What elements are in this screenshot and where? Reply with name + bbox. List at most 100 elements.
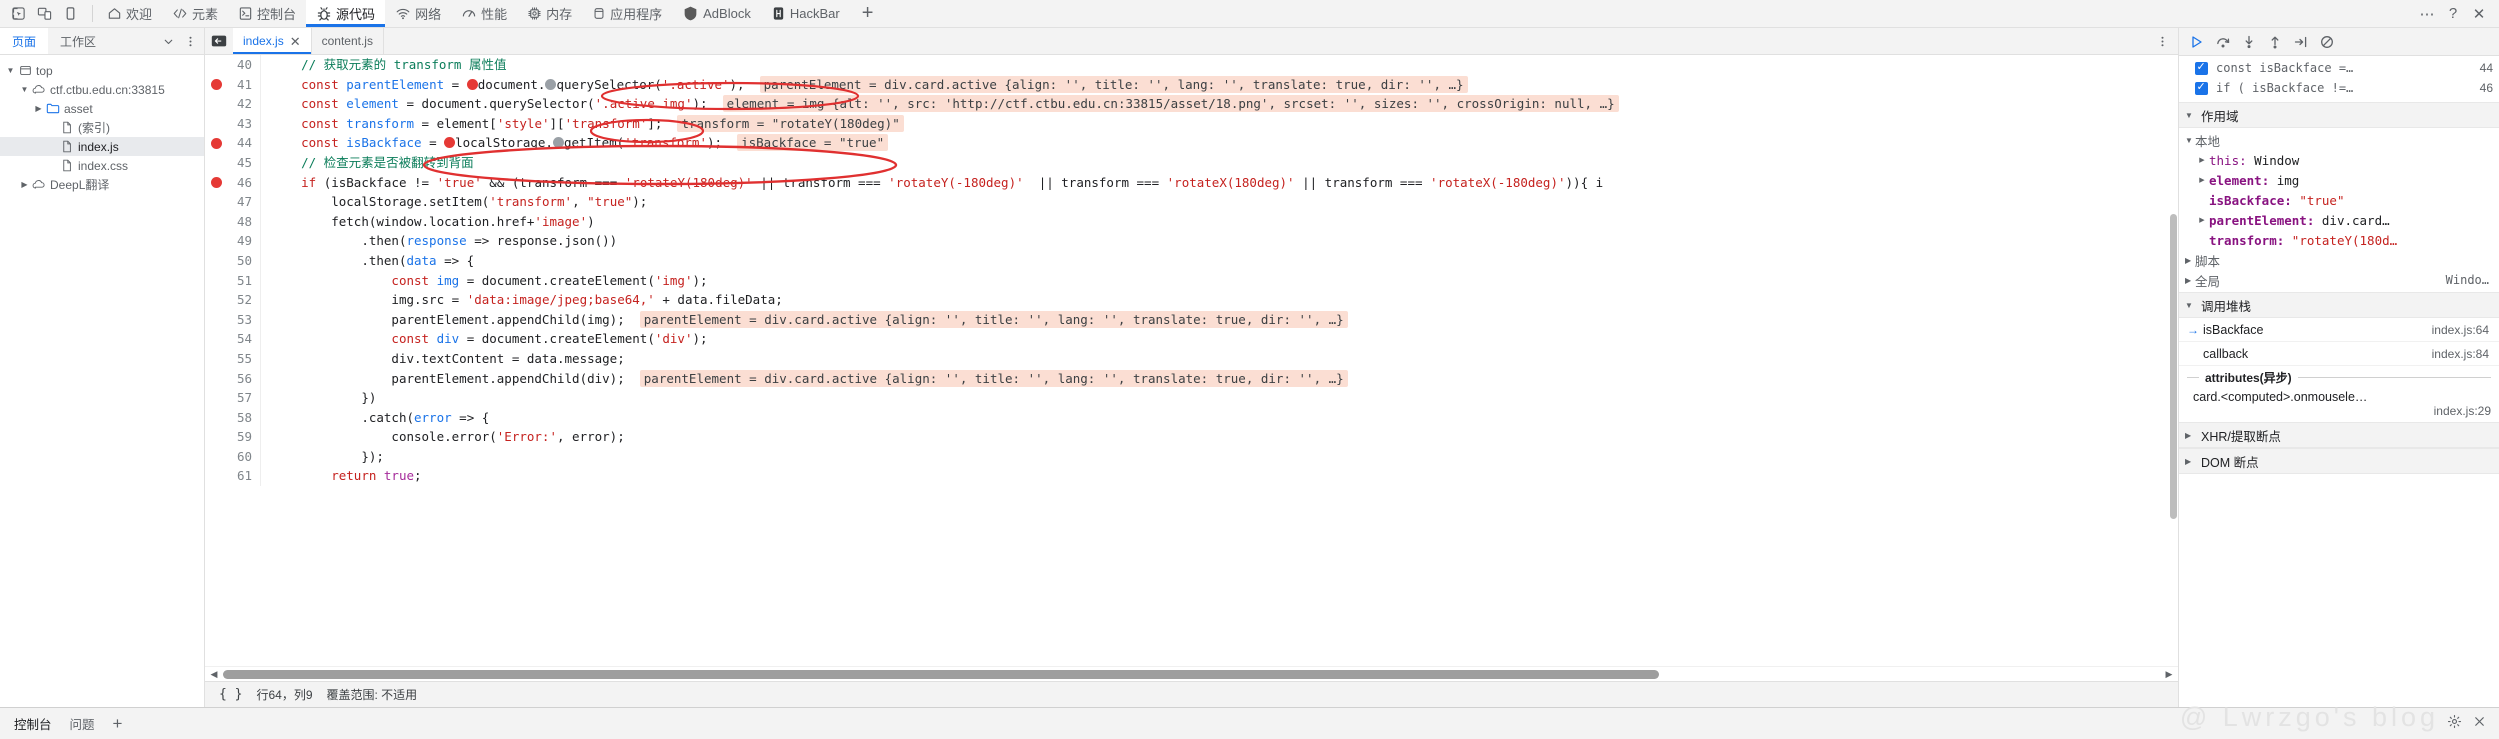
twisty-icon[interactable]: ▶: [18, 180, 31, 189]
nav-tab-page[interactable]: 页面: [0, 28, 49, 54]
chevron-down-icon[interactable]: [158, 31, 178, 51]
code-line[interactable]: 40 // 获取元素的 transform 属性值: [205, 55, 2178, 75]
twisty-icon[interactable]: ▶: [32, 104, 45, 113]
code-line[interactable]: 52 img.src = 'data:image/jpeg;base64,' +…: [205, 290, 2178, 310]
chevron-right-icon[interactable]: ▶: [2195, 156, 2209, 164]
code-line[interactable]: 56 parentElement.appendChild(div); paren…: [205, 368, 2178, 389]
device-toolbar-icon[interactable]: [32, 3, 56, 25]
code-line[interactable]: 46 if (isBackface != 'true' && (transfor…: [205, 172, 2178, 193]
settings-icon[interactable]: [2447, 714, 2462, 734]
tab-memory[interactable]: 内存: [517, 0, 582, 27]
breakpoint-marker-icon[interactable]: [205, 137, 227, 149]
breakpoint-checkbox[interactable]: [2195, 60, 2208, 75]
scope-section-header[interactable]: ▼ 作用域: [2179, 102, 2499, 128]
callstack-frame-callback[interactable]: callback index.js:84: [2179, 342, 2499, 366]
help-icon[interactable]: ?: [2441, 3, 2465, 25]
more-options-icon[interactable]: ⋯: [2415, 3, 2439, 25]
scope-var-this[interactable]: ▶ this : Window: [2179, 150, 2499, 170]
inline-breakpoint-dot[interactable]: [466, 78, 478, 90]
more-vertical-icon[interactable]: [180, 31, 200, 51]
code-line[interactable]: 54 const div = document.createElement('d…: [205, 329, 2178, 349]
tab-welcome[interactable]: 欢迎: [97, 0, 162, 27]
breakpoint-checkbox[interactable]: [2195, 80, 2208, 95]
breakpoint-row[interactable]: const isBackface =… 44: [2179, 58, 2499, 78]
scope-var-element[interactable]: ▶ element : img: [2179, 170, 2499, 190]
code-line[interactable]: 43 const transform = element['style']['t…: [205, 113, 2178, 134]
code-line[interactable]: 44 const isBackface = localStorage. getIt…: [205, 133, 2178, 153]
tree-item-origin[interactable]: ▼ ctf.ctbu.edu.cn:33815: [0, 80, 204, 99]
editor-vertical-scrollbar-thumb[interactable]: [2170, 213, 2177, 520]
editor-vertical-scrollbar[interactable]: [2169, 55, 2178, 666]
more-vertical-icon[interactable]: [2152, 31, 2172, 51]
tab-performance[interactable]: 性能: [451, 0, 517, 27]
code-line[interactable]: 58 .catch(error => {: [205, 407, 2178, 428]
dom-breakpoints-header[interactable]: ▶ DOM 断点: [2179, 448, 2499, 474]
scope-var-isbackface[interactable]: isBackface : "true": [2179, 190, 2499, 210]
inline-step-dot[interactable]: [552, 137, 564, 149]
step-button[interactable]: [2289, 31, 2313, 53]
callstack-frame-isbackface[interactable]: → isBackface index.js:64: [2179, 318, 2499, 342]
tree-item-deepl[interactable]: ▶ DeepL翻译: [0, 175, 204, 194]
code-line[interactable]: 41 const parentElement = document. queryS…: [205, 74, 2178, 95]
close-devtools-icon[interactable]: ✕: [2467, 3, 2491, 25]
scope-local-group[interactable]: ▼ 本地: [2179, 130, 2499, 150]
inline-breakpoint-dot[interactable]: [444, 137, 456, 149]
editor-tab-content-js[interactable]: content.js: [312, 28, 384, 54]
chevron-right-icon[interactable]: ▶: [2195, 176, 2209, 184]
code-line[interactable]: 55 div.textContent = data.message;: [205, 348, 2178, 369]
tab-network[interactable]: 网络: [385, 0, 451, 27]
breakpoint-marker-icon[interactable]: [205, 78, 227, 90]
code-line[interactable]: 51 const img = document.createElement('i…: [205, 270, 2178, 291]
drawer-add-tab-button[interactable]: +: [113, 714, 123, 734]
code-line[interactable]: 49 .then(response => response.json()): [205, 231, 2178, 251]
chevron-right-icon[interactable]: ▶: [2195, 216, 2209, 224]
step-out-button[interactable]: [2263, 31, 2287, 53]
breakpoint-dot[interactable]: [210, 137, 222, 149]
step-into-button[interactable]: [2237, 31, 2261, 53]
horizontal-scrollbar-thumb[interactable]: [223, 669, 1660, 679]
horizontal-scrollbar-track[interactable]: [221, 669, 2162, 680]
code-line[interactable]: 53 parentElement.appendChild(img); paren…: [205, 309, 2178, 330]
twisty-icon[interactable]: ▼: [4, 66, 17, 75]
breakpoint-marker-icon[interactable]: [205, 176, 227, 188]
inline-step-dot[interactable]: [545, 78, 557, 90]
show-navigator-icon[interactable]: [205, 28, 233, 54]
tab-adblock[interactable]: AdBlock: [672, 0, 761, 27]
editor-horizontal-scrollbar[interactable]: ◀ ▶: [205, 666, 2178, 681]
breakpoint-dot[interactable]: [210, 176, 222, 188]
code-line[interactable]: 50 .then(data => {: [205, 250, 2178, 271]
pretty-print-button[interactable]: { }: [219, 687, 242, 702]
code-editor[interactable]: 40 // 获取元素的 transform 属性值 41 const parent…: [205, 55, 2178, 666]
inspect-element-icon[interactable]: [6, 3, 30, 25]
twisty-icon[interactable]: ▼: [18, 85, 31, 94]
code-line[interactable]: 60 });: [205, 446, 2178, 467]
code-line[interactable]: 57 }): [205, 388, 2178, 408]
deactivate-breakpoints-button[interactable]: [2315, 31, 2339, 53]
code-line[interactable]: 59 console.error('Error:', error);: [205, 427, 2178, 447]
scope-script-group[interactable]: ▶ 脚本: [2179, 250, 2499, 270]
drawer-tab-issues[interactable]: 问题: [70, 714, 95, 733]
tab-console[interactable]: 控制台: [228, 0, 306, 27]
callstack-frame-async[interactable]: card.<computed>.onmousele… index.js:29: [2179, 388, 2499, 422]
callstack-section-header[interactable]: ▼ 调用堆栈: [2179, 292, 2499, 318]
tree-item-asset[interactable]: ▶ asset: [0, 99, 204, 118]
code-line[interactable]: 42 const element = document.querySelecto…: [205, 94, 2178, 114]
step-over-button[interactable]: [2211, 31, 2235, 53]
drawer-tab-console[interactable]: 控制台: [14, 714, 52, 733]
close-drawer-icon[interactable]: [2472, 714, 2487, 734]
tab-sources[interactable]: 源代码: [306, 0, 386, 27]
code-line[interactable]: 45 // 检查元素是否被翻转到背面: [205, 152, 2178, 173]
nav-tab-workspace[interactable]: 工作区: [48, 28, 108, 54]
tab-hackbar[interactable]: HackBar: [761, 0, 850, 27]
add-panel-button[interactable]: +: [850, 0, 886, 27]
dock-side-icon[interactable]: [58, 3, 82, 25]
tab-elements[interactable]: 元素: [162, 0, 228, 27]
scroll-right-arrow-icon[interactable]: ▶: [2162, 669, 2176, 680]
code-line[interactable]: 47 localStorage.setItem('transform', "tr…: [205, 192, 2178, 212]
scope-var-transform[interactable]: transform : "rotateY(180d…: [2179, 230, 2499, 250]
xhr-breakpoints-header[interactable]: ▶ XHR/提取断点: [2179, 422, 2499, 448]
tab-application[interactable]: 应用程序: [582, 0, 672, 27]
tree-item-top[interactable]: ▼ top: [0, 61, 204, 80]
editor-tab-index-js[interactable]: index.js ✕: [233, 28, 312, 54]
breakpoint-row[interactable]: if ( isBackface !=… 46: [2179, 78, 2499, 98]
